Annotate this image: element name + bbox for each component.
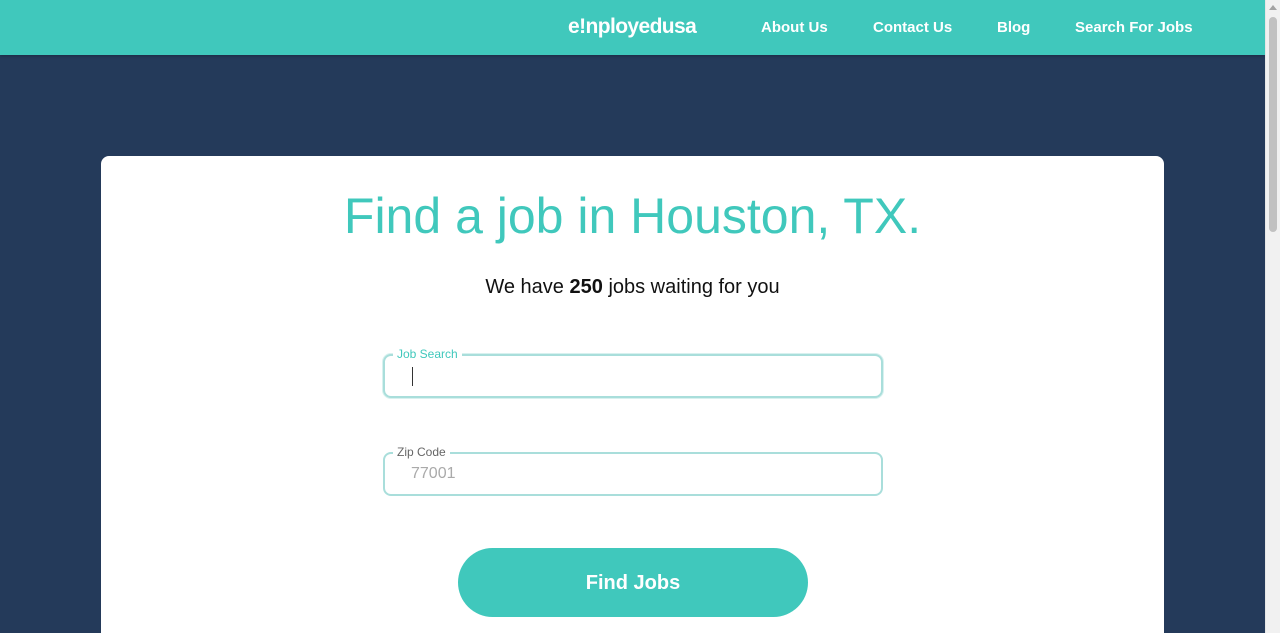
nav-link-contact-us[interactable]: Contact Us: [873, 0, 952, 55]
nav-link-blog[interactable]: Blog: [997, 0, 1030, 55]
page-viewport: e!nployedusa About Us Contact Us Blog Se…: [0, 0, 1265, 633]
page-title: Find a job in Houston, TX.: [343, 188, 922, 244]
subtitle-prefix: We have: [485, 276, 564, 298]
zip-code-input[interactable]: [411, 462, 861, 486]
nav-link-search-for-jobs[interactable]: Search For Jobs: [1075, 0, 1193, 55]
subtitle-suffix: jobs waiting for you: [608, 276, 780, 298]
job-search-field: Job Search: [383, 347, 883, 398]
zip-code-label: Zip Code: [393, 445, 450, 459]
zip-code-field: Zip Code: [383, 445, 883, 496]
nav-link-about-us[interactable]: About Us: [761, 0, 828, 55]
scroll-up-arrow-icon[interactable]: [1269, 5, 1277, 10]
logo-mark: !: [579, 15, 586, 38]
logo-text-suffix: nployedusa: [585, 15, 697, 38]
find-jobs-button[interactable]: Find Jobs: [458, 548, 808, 617]
jobs-count-subtitle: We have 250 jobs waiting for you: [0, 273, 1265, 301]
scrollbar-thumb[interactable]: [1269, 17, 1277, 232]
text-caret: [412, 367, 413, 386]
page-scrollbar[interactable]: [1265, 0, 1280, 633]
brand-logo[interactable]: e!nployedusa: [568, 13, 697, 41]
job-count: 250: [569, 276, 603, 298]
logo-text-prefix: e: [568, 15, 580, 38]
job-search-label: Job Search: [393, 347, 462, 361]
job-search-input[interactable]: [411, 364, 861, 388]
top-nav-bar: e!nployedusa About Us Contact Us Blog Se…: [0, 0, 1265, 55]
